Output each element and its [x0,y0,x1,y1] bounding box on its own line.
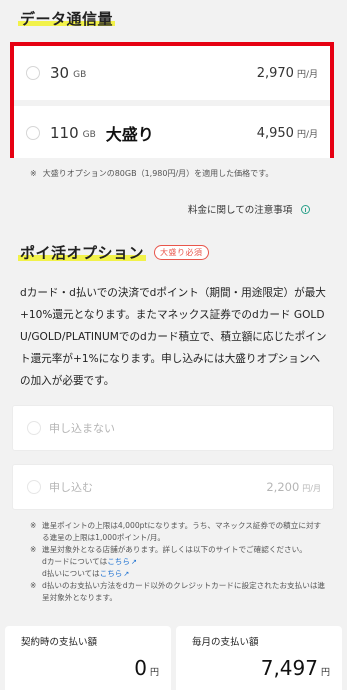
external-link-icon[interactable]: ↗ [131,556,137,568]
plan-gb-unit: GB [82,129,96,140]
poi-option-apply[interactable]: 申し込む 2,200 円/月 [12,464,334,510]
note-item-dcard: dカードについては こちら ↗ [42,556,137,568]
poi-option-decline[interactable]: 申し込まない [12,405,334,451]
radio-icon[interactable] [26,66,40,80]
payment-summary-bar: 契約時の支払い額 0 円 毎月の支払い額 7,497 円 [0,620,347,690]
option-label: 申し込まない [49,422,115,435]
plan-option-30gb[interactable]: 30 GB 2,970 円/月 [14,48,330,98]
radio-icon[interactable] [26,126,40,140]
monthly-payment-value: 7,497 円 [260,656,330,680]
plan-price: 2,970 円/月 [256,65,318,81]
radio-icon[interactable] [27,421,41,435]
required-badge: 大盛り必須 [154,245,209,260]
plan-badge: 大盛り [105,125,154,144]
plan-note: ※ 大盛りオプションの80GB（1,980円/月）を適用した価格です。 [30,169,274,178]
dbarai-link[interactable]: こちら [100,568,123,580]
poi-notes: ※ 進呈ポイントの上限は4,000ptになります。うち、マネックス証券での積立に… [30,520,326,604]
plan-gb: 30 [50,64,70,82]
note-item: ※ 進呈ポイントの上限は4,000ptになります。うち、マネックス証券での積立に… [30,521,322,542]
plan-divider [14,100,330,106]
data-volume-title: データ通信量 [18,10,116,28]
option-price: 2,200 円/月 [266,480,321,494]
monthly-payment-label: 毎月の支払い額 [192,637,259,648]
contract-payment-card: 契約時の支払い額 0 円 [5,626,171,690]
contract-payment-label: 契約時の支払い額 [21,637,98,648]
poi-option-title: ポイ活オプション 大盛り必須 [18,242,209,263]
plan-price: 4,950 円/月 [256,125,318,141]
dcard-link[interactable]: こちら [107,556,130,568]
option-label: 申し込む [49,481,93,494]
plan-gb-unit: GB [73,69,87,80]
note-item-dbarai: d払いについては こちら ↗ [42,568,130,580]
plan-gb: 110 [50,124,79,142]
plan-option-110gb[interactable]: 110 GB 大盛り 4,950 円/月 [14,108,330,158]
external-link-icon[interactable]: ↗ [123,568,129,580]
radio-icon[interactable] [27,480,41,494]
poi-description: dカード・d払いでの決済でdポイント（期間・用途限定）が最大+10%還元となりま… [20,287,327,387]
fee-notice-link[interactable]: 料金に関しての注意事項 [188,202,311,216]
note-item: ※ 進呈対象外となる店舗があります。詳しくは以下のサイトでご確認ください。 [30,545,307,554]
contract-payment-value: 0 円 [134,656,159,680]
note-item: ※ d払いのお支払い方法をdカード以外のクレジットカードに設定されたお支払いは進… [30,581,326,602]
info-icon[interactable] [301,204,311,214]
plan-selection-box: 30 GB 2,970 円/月 110 GB 大盛り 4,950 円/月 [10,42,334,158]
monthly-payment-card: 毎月の支払い額 7,497 円 [176,626,342,690]
